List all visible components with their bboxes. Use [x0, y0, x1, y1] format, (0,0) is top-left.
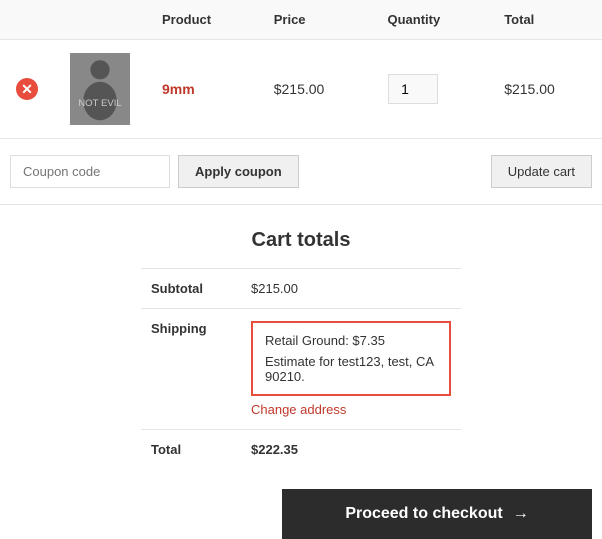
shipping-line-1: Retail Ground: $7.35 — [265, 333, 437, 348]
total-cell: $215.00 — [488, 40, 602, 139]
checkout-label: Proceed to checkout — [345, 505, 502, 523]
checkout-arrow: → — [513, 505, 529, 523]
col-header-total: Total — [488, 0, 602, 40]
col-header-product: Product — [146, 0, 258, 40]
product-name-cell: 9mm — [146, 40, 258, 139]
remove-item-button[interactable]: ✕ — [16, 78, 38, 100]
proceed-to-checkout-button[interactable]: Proceed to checkout → — [282, 489, 592, 539]
coupon-row: Apply coupon Update cart — [0, 139, 602, 205]
update-cart-button[interactable]: Update cart — [491, 155, 592, 188]
cart-totals-title: Cart totals — [141, 229, 461, 252]
shipping-label: Shipping — [141, 309, 241, 430]
cart-table: Product Price Quantity Total ✕ NOT EVIL — [0, 0, 602, 139]
subtotal-label: Subtotal — [141, 269, 241, 309]
coupon-input[interactable] — [10, 155, 170, 188]
change-address-link[interactable]: Change address — [251, 402, 451, 417]
col-header-price: Price — [258, 0, 372, 40]
col-header-thumb — [54, 0, 146, 40]
svg-text:NOT EVIL: NOT EVIL — [78, 98, 122, 109]
subtotal-row: Subtotal $215.00 — [141, 269, 461, 309]
price-cell: $215.00 — [258, 40, 372, 139]
total-label: Total — [141, 430, 241, 470]
shipping-box: Retail Ground: $7.35 Estimate for test12… — [251, 321, 451, 396]
apply-coupon-button[interactable]: Apply coupon — [178, 155, 299, 188]
quantity-input[interactable] — [388, 74, 438, 104]
total-value: $222.35 — [241, 430, 461, 470]
product-image: NOT EVIL — [70, 53, 130, 125]
col-header-quantity: Quantity — [372, 0, 489, 40]
product-thumbnail: NOT EVIL — [70, 54, 130, 124]
total-row: Total $222.35 — [141, 430, 461, 470]
totals-table: Subtotal $215.00 Shipping Retail Ground:… — [141, 268, 461, 469]
cart-totals: Cart totals Subtotal $215.00 Shipping Re… — [141, 229, 461, 469]
remove-cell: ✕ — [0, 40, 54, 139]
coupon-left: Apply coupon — [10, 155, 299, 188]
col-header-remove — [0, 0, 54, 40]
product-name-link[interactable]: 9mm — [162, 81, 195, 97]
table-row: ✕ NOT EVIL 9mm $215.00 $215.00 — [0, 40, 602, 139]
quantity-cell — [372, 40, 489, 139]
cart-totals-wrapper: Cart totals Subtotal $215.00 Shipping Re… — [0, 205, 602, 469]
checkout-button-wrapper: Proceed to checkout → — [0, 469, 602, 539]
subtotal-value: $215.00 — [241, 269, 461, 309]
shipping-value-cell: Retail Ground: $7.35 Estimate for test12… — [241, 309, 461, 430]
shipping-line-2: Estimate for test123, test, CA 90210. — [265, 354, 437, 384]
shipping-row: Shipping Retail Ground: $7.35 Estimate f… — [141, 309, 461, 430]
thumbnail-cell: NOT EVIL — [54, 40, 146, 139]
